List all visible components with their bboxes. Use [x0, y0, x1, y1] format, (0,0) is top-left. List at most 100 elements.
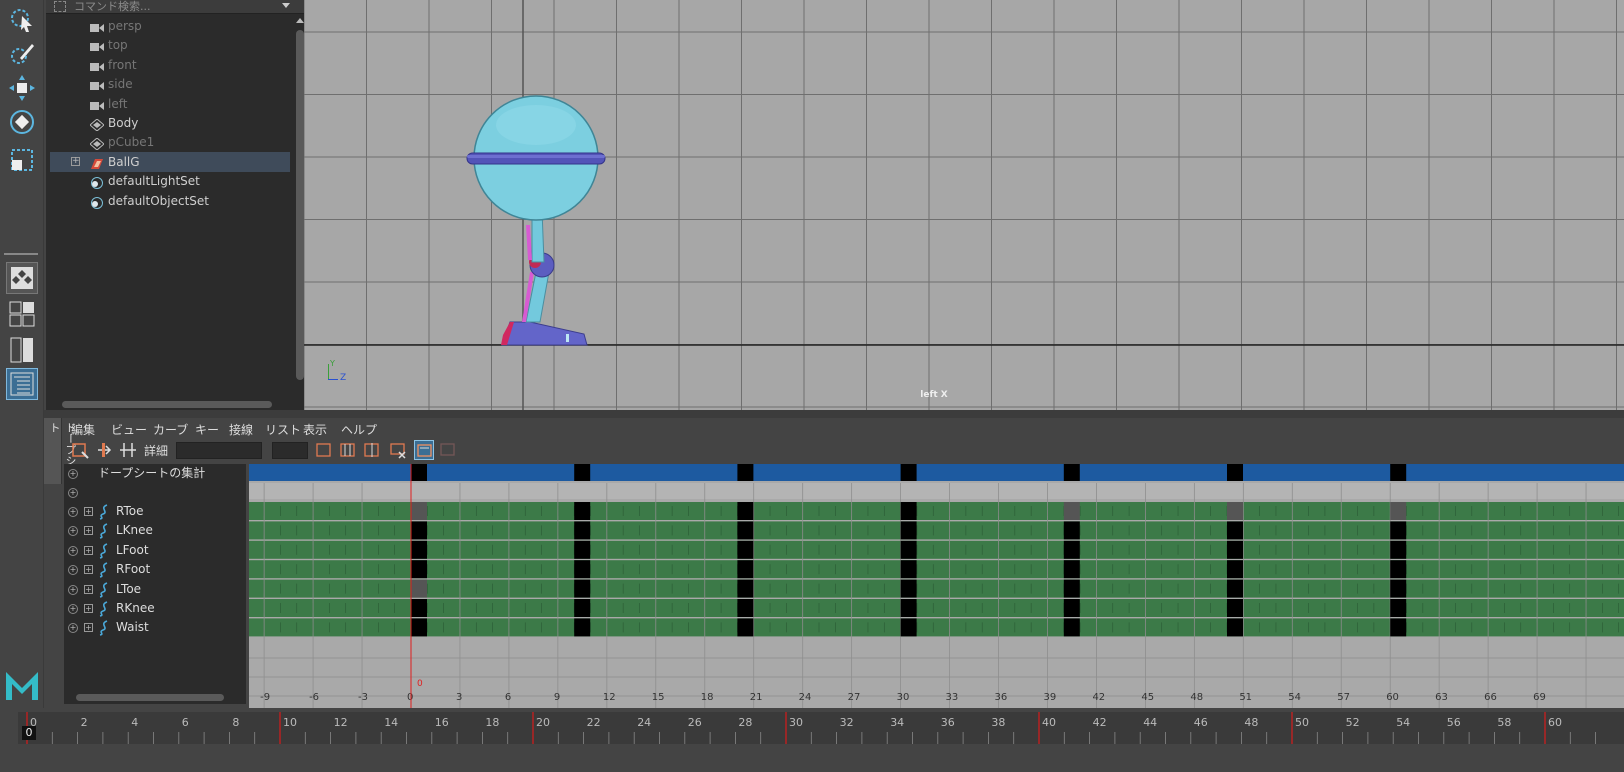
channel-row-rknee[interactable]: + + RKnee — [64, 599, 234, 618]
character-model[interactable] — [304, 0, 1624, 410]
ruler-tick-label: 15 — [652, 692, 665, 703]
time-slider-bar[interactable]: 0 2 4 6 8 10 12 14 16 18 20 22 24 26 28 30 32 34 36 38 40 42 4… — [18, 712, 1624, 744]
select-tool-icon[interactable] — [6, 4, 38, 36]
viewport-3d[interactable]: Y Z left X — [304, 0, 1624, 410]
time-slider-tick-label: 36 — [941, 716, 955, 729]
time-slider-tick-label: 54 — [1396, 716, 1410, 729]
four-view-icon[interactable] — [6, 298, 38, 330]
channel-row-waist[interactable]: + + Waist — [64, 618, 234, 637]
expand-icon[interactable]: + — [84, 565, 93, 575]
circle-plus-icon[interactable]: + — [68, 526, 78, 537]
camera-icon — [90, 59, 104, 71]
expand-icon[interactable]: + — [84, 604, 93, 613]
time-slider-tick-label: 10 — [283, 716, 297, 729]
circle-plus-icon[interactable]: + — [68, 565, 78, 576]
two-view-icon[interactable] — [6, 334, 38, 366]
time-slider-tick-label: 58 — [1497, 716, 1511, 729]
insert-key-icon[interactable] — [70, 440, 90, 460]
scale-keys-icon[interactable] — [118, 440, 138, 460]
channel-list-horizontal-scrollbar[interactable] — [64, 692, 246, 704]
rotate-tool-icon[interactable] — [6, 106, 38, 138]
menu-item[interactable]: 接線 — [229, 421, 253, 438]
expand-icon[interactable]: + — [84, 507, 93, 516]
time-slider-tick-label: 8 — [232, 716, 239, 729]
expand-icon[interactable]: + — [84, 623, 93, 633]
outliner-item-side[interactable]: side — [50, 74, 290, 94]
dope-sheet-graph[interactable]: -9 -6 -3 0 3 6 9 12 15 18 21 24 27 30 33 36 39 42 45 48 51 54… — [249, 464, 1624, 708]
channel-row-lknee[interactable]: + + LKnee — [64, 521, 234, 540]
menu-item[interactable]: カーブ — [153, 421, 188, 438]
outliner-item-top[interactable]: top — [50, 35, 290, 55]
outliner-item-left[interactable]: left — [50, 94, 290, 114]
outliner-item-front[interactable]: front — [50, 55, 290, 75]
channel-row-rtoe[interactable]: + + RToe — [64, 502, 234, 521]
time-slider-tick-label: 34 — [890, 716, 904, 729]
move-tool-icon[interactable] — [6, 72, 38, 104]
circle-plus-icon[interactable]: + — [68, 604, 78, 614]
outliner-horizontal-scrollbar[interactable] — [50, 398, 290, 410]
dope-sheet-channel-list: + ドープシートの集計 + + + RToe + + LKnee + + LFoot + + RFoo… — [64, 464, 264, 704]
detail-field-2[interactable] — [272, 442, 308, 459]
expand-icon[interactable]: + — [84, 584, 93, 594]
frame-all-icon[interactable] — [314, 440, 334, 460]
scroll-thumb[interactable] — [62, 401, 272, 408]
lasso-tool-icon[interactable] — [6, 38, 38, 70]
menu-item[interactable]: リスト — [265, 421, 301, 438]
ruler-tick-label: 0 — [407, 692, 413, 703]
channel-row-ltoe[interactable]: + + LToe — [64, 580, 234, 599]
timeline-view-icon[interactable] — [414, 440, 434, 460]
menu-item[interactable]: ビュー — [111, 421, 147, 438]
circle-plus-icon[interactable]: + — [68, 488, 78, 498]
detail-label: 詳細 — [144, 444, 169, 458]
menu-item[interactable]: 表示 — [303, 421, 327, 438]
channel-row-lfoot[interactable]: + + LFoot — [64, 541, 234, 560]
time-slider-tick-label: 20 — [536, 716, 550, 729]
outliner-item-defaultlightset[interactable]: defaultLightSet — [50, 171, 290, 191]
center-current-time-icon[interactable] — [362, 440, 382, 460]
axis-y-label: Y — [330, 359, 335, 368]
chevron-down-icon[interactable] — [282, 3, 290, 8]
outliner-item-body[interactable]: Body — [50, 113, 290, 133]
clear-keys-icon[interactable] — [388, 440, 408, 460]
mesh-icon — [89, 117, 105, 132]
circle-plus-icon[interactable]: + — [68, 623, 78, 634]
dope-sheet-tab[interactable]: ドープシート — [44, 418, 77, 484]
expand-icon[interactable]: + — [84, 545, 93, 555]
panel-divider[interactable] — [44, 410, 1624, 418]
menu-item[interactable]: キー — [195, 421, 219, 438]
frame-playback-icon[interactable] — [338, 440, 358, 460]
move-keys-icon[interactable] — [94, 440, 114, 460]
outliner-item-label: top — [108, 38, 128, 53]
menu-item[interactable]: ヘルプ — [341, 421, 377, 438]
detail-field-1[interactable] — [176, 442, 262, 459]
expand-icon[interactable]: + — [71, 156, 80, 166]
time-slider[interactable]: 0 2 4 6 8 10 12 14 16 18 20 22 24 26 28 30 32 34 36 38 40 42 4… — [0, 708, 1624, 772]
dope-sheet-toolbar: 詳細 — [66, 440, 566, 462]
outliner-item-defaultobjectset[interactable]: defaultObjectSet — [50, 191, 290, 211]
joint-curve-icon — [97, 543, 111, 559]
expand-icon[interactable]: + — [84, 526, 93, 536]
circle-plus-icon[interactable]: + — [68, 469, 78, 479]
dope-sheet-graph-canvas[interactable]: -9 -6 -3 0 3 6 9 12 15 18 21 24 27 30 33 36 39 42 45 48 51 54… — [249, 464, 1624, 708]
channel-row-rfoot[interactable]: + + RFoot — [64, 560, 234, 579]
circle-plus-icon[interactable]: + — [68, 545, 78, 556]
scroll-up-icon[interactable] — [296, 18, 304, 23]
scroll-thumb[interactable] — [296, 30, 304, 380]
ruler-tick-label: 18 — [701, 692, 714, 703]
circle-plus-icon[interactable]: + — [68, 507, 78, 517]
command-search-input[interactable]: コマンド検索... — [54, 0, 294, 14]
outliner-panel: コマンド検索... persp top front side left Body pCube… — [46, 0, 308, 420]
outliner-item-ballg[interactable]: + BallG — [50, 151, 290, 172]
outliner-item-persp[interactable]: persp — [50, 16, 290, 36]
outliner-item-pcube1[interactable]: pCube1 — [50, 132, 290, 152]
joint-curve-icon — [97, 504, 111, 520]
outliner-layout-icon[interactable] — [6, 368, 38, 400]
menu-item[interactable]: 編集 — [71, 421, 95, 438]
group-row[interactable]: + — [64, 483, 234, 502]
summary-row[interactable]: + ドープシートの集計 — [64, 464, 234, 483]
mesh-icon — [89, 136, 105, 152]
single-view-icon[interactable] — [6, 262, 38, 294]
circle-plus-icon[interactable]: + — [68, 584, 78, 595]
scale-tool-icon[interactable] — [6, 144, 38, 176]
scroll-thumb[interactable] — [76, 694, 224, 701]
